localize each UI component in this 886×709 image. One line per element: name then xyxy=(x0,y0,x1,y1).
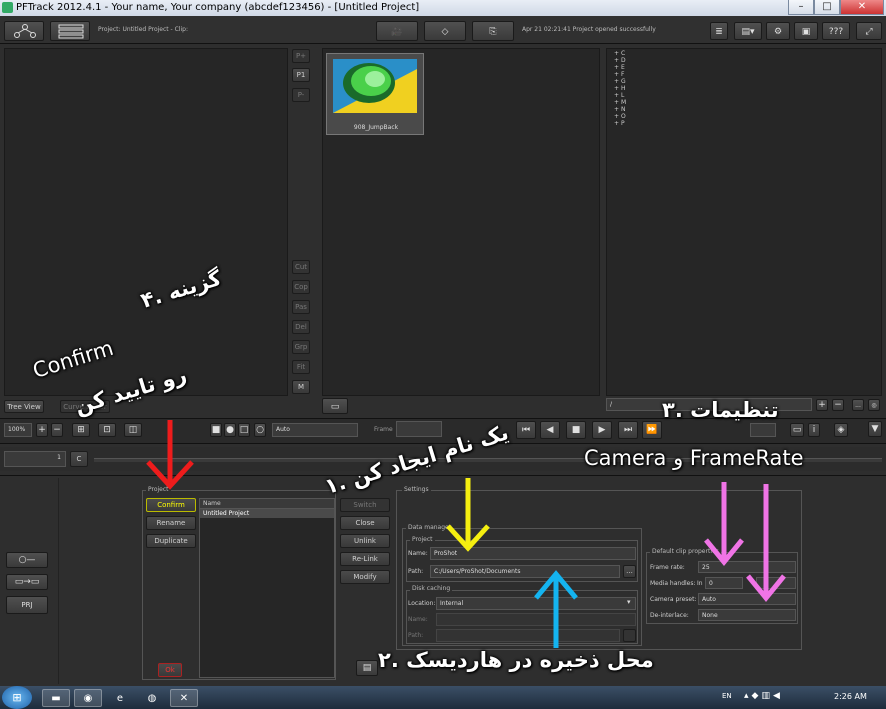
tray-icons: ▴◆▥◀ xyxy=(744,691,783,701)
app-icon: ◍ xyxy=(147,693,157,704)
taskbar-pftrack[interactable]: ✕ xyxy=(170,689,198,707)
annotation-arrows xyxy=(146,420,786,648)
annotation-step3-detail: Camera و FrameRate xyxy=(584,446,804,470)
chevron-up-icon[interactable]: ▴ xyxy=(744,691,752,701)
shield-icon[interactable]: ◆ xyxy=(752,691,762,701)
windows-logo-icon: ⊞ xyxy=(12,691,22,704)
taskbar-firefox[interactable]: ◉ xyxy=(74,689,102,707)
language-indicator[interactable]: EN xyxy=(722,692,732,700)
taskbar-explorer[interactable]: ▬ xyxy=(42,689,70,707)
network-icon[interactable]: ▥ xyxy=(761,691,773,701)
folder-icon: ▬ xyxy=(51,693,61,704)
firefox-icon: ◉ xyxy=(83,693,93,704)
taskbar-ie[interactable]: e xyxy=(106,689,134,707)
clock[interactable]: 2:26 AM xyxy=(834,692,867,701)
annotation-step3-title: ۳. تنظیمات xyxy=(662,398,779,422)
volume-icon[interactable]: ◀ xyxy=(773,691,783,701)
start-button[interactable]: ⊞ xyxy=(2,686,32,709)
annotation-step2: ۲. محل ذخیره در هاردیسک xyxy=(378,648,654,672)
taskbar-app[interactable]: ◍ xyxy=(138,689,166,707)
pftrack-icon: ✕ xyxy=(179,693,189,704)
ie-icon: e xyxy=(116,693,124,704)
